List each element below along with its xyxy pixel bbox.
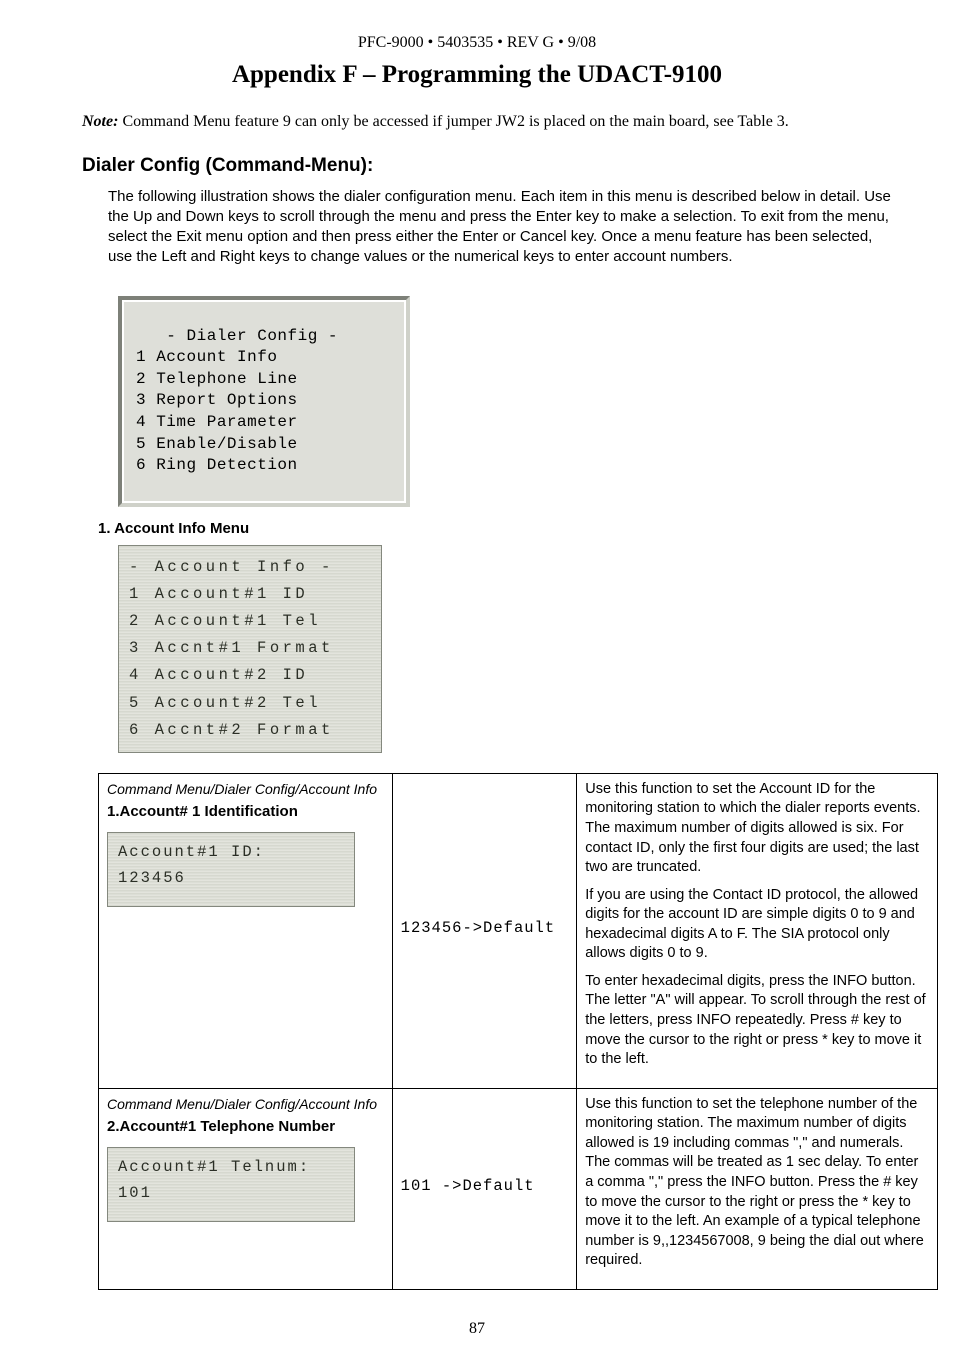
dialer-config-menu-inner: - Dialer Config - 1 Account Info 2 Telep…	[124, 302, 404, 501]
breadcrumb: Command Menu/Dialer Config/Account Info	[107, 780, 384, 799]
desc-para: To enter hexadecimal digits, press the I…	[585, 972, 929, 1070]
lcd-item: 3 Accnt#1 Format	[129, 635, 371, 662]
note-text: Command Menu feature 9 can only be acces…	[118, 113, 788, 130]
default-value: 101 ->Default	[401, 1176, 569, 1197]
lcd-item: 4 Account#2 ID	[129, 662, 371, 689]
row-title: 1.Account# 1 Identification	[107, 802, 384, 822]
mini-lcd: Account#1 ID: 123456	[107, 832, 355, 907]
lcd-item: 1 Account#1 ID	[129, 581, 371, 608]
breadcrumb: Command Menu/Dialer Config/Account Info	[107, 1095, 384, 1114]
dialer-menu-item: 2 Telephone Line	[136, 370, 298, 388]
appendix-title: Appendix F – Programming the UDACT-9100	[50, 58, 904, 92]
desc-para: Use this function to set the Account ID …	[585, 780, 929, 878]
note-prefix: Note:	[82, 113, 118, 130]
cell-mid: 123456->Default	[392, 773, 577, 1088]
body-text: The following illustration shows the dia…	[108, 187, 896, 268]
dialer-menu-title: - Dialer Config -	[136, 327, 338, 345]
cell-right: Use this function to set the Account ID …	[577, 773, 938, 1088]
note-line: Note: Command Menu feature 9 can only be…	[82, 111, 904, 133]
mini-lcd: Account#1 Telnum: 101	[107, 1147, 355, 1222]
lcd-line2: 101	[118, 1184, 152, 1202]
lcd-item: 2 Account#1 Tel	[129, 608, 371, 635]
dialer-menu-item: 4 Time Parameter	[136, 413, 298, 431]
cell-left: Command Menu/Dialer Config/Account Info …	[99, 1088, 393, 1289]
dialer-menu-item: 5 Enable/Disable	[136, 435, 298, 453]
row-title: 2.Account#1 Telephone Number	[107, 1117, 384, 1137]
account-info-table: Command Menu/Dialer Config/Account Info …	[98, 773, 938, 1290]
default-value: 123456->Default	[401, 918, 569, 939]
lcd-title: - Account Info -	[129, 554, 371, 581]
dialer-menu-item: 3 Report Options	[136, 391, 298, 409]
dialer-config-menu: - Dialer Config - 1 Account Info 2 Telep…	[118, 296, 410, 507]
cell-mid: 101 ->Default	[392, 1088, 577, 1289]
lcd-item: 6 Accnt#2 Format	[129, 717, 371, 744]
page-number: 87	[50, 1318, 904, 1340]
lcd-line2: 123456	[118, 869, 186, 887]
lcd-line1: Account#1 ID:	[118, 843, 265, 861]
cell-right: Use this function to set the telephone n…	[577, 1088, 938, 1289]
lcd-account-info: - Account Info -1 Account#1 ID2 Account#…	[118, 545, 382, 753]
doc-header: PFC-9000 • 5403535 • REV G • 9/08	[50, 32, 904, 54]
cell-left: Command Menu/Dialer Config/Account Info …	[99, 773, 393, 1088]
dialer-menu-item: 6 Ring Detection	[136, 456, 298, 474]
table-row: Command Menu/Dialer Config/Account Info …	[99, 773, 938, 1088]
table-row: Command Menu/Dialer Config/Account Info …	[99, 1088, 938, 1289]
subhead-account-info: 1. Account Info Menu	[98, 519, 904, 539]
lcd-item: 5 Account#2 Tel	[129, 690, 371, 717]
desc-para: If you are using the Contact ID protocol…	[585, 886, 929, 964]
desc-para: Use this function to set the telephone n…	[585, 1095, 929, 1271]
section-title: Dialer Config (Command-Menu):	[82, 153, 904, 179]
dialer-menu-item: 1 Account Info	[136, 348, 277, 366]
lcd-line1: Account#1 Telnum:	[118, 1158, 310, 1176]
